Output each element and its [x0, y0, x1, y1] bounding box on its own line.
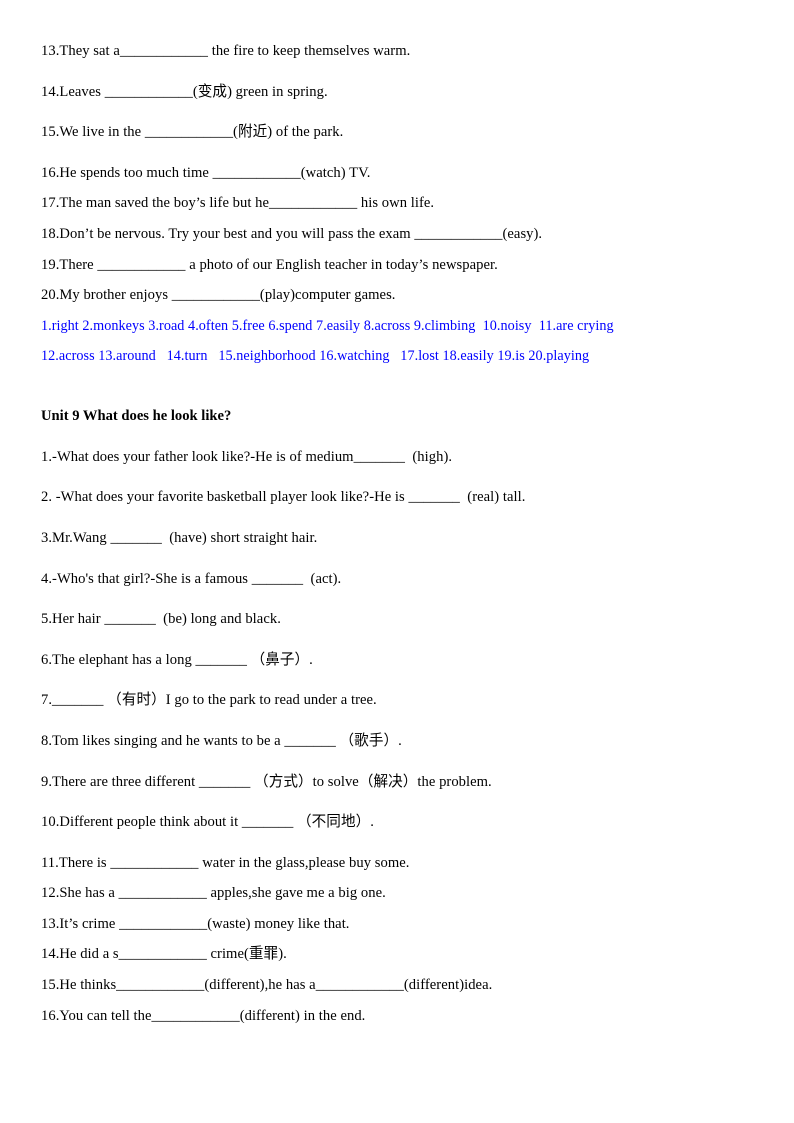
question-item: 6.The elephant has a long _______ （鼻子）. [41, 651, 313, 668]
answer-key-line: 1.right 2.monkeys 3.road 4.often 5.free … [41, 317, 614, 334]
question-item: 12.She has a ____________ apples,she gav… [41, 885, 386, 902]
question-item: 2. -What does your favorite basketball p… [41, 489, 526, 506]
answer-key: 1.right 2.monkeys 3.road 4.often 5.free … [41, 317, 754, 364]
section-two-questions: 1.-What does your father look like?-He i… [41, 450, 754, 1024]
question-item: 4.-Who's that girl?-She is a famous ____… [41, 570, 342, 587]
question-item: 15.He thinks____________(different),he h… [41, 977, 493, 994]
question-item: 7._______ （有时）I go to the park to read u… [41, 692, 377, 709]
question-item: 11.There is ____________ water in the gl… [41, 854, 410, 871]
question-item: 13.It’s crime ____________(waste) money … [41, 915, 350, 932]
section-one-questions: 13.They sat a____________ the fire to ke… [41, 44, 754, 303]
question-item: 14.He did a s____________ crime(重罪). [41, 946, 287, 963]
question-item: 16.He spends too much time ____________(… [41, 164, 371, 181]
question-item: 18.Don’t be nervous. Try your best and y… [41, 225, 543, 242]
question-item: 19.There ____________ a photo of our Eng… [41, 256, 498, 273]
question-item: 17.The man saved the boy’s life but he__… [41, 195, 435, 212]
question-item: 14.Leaves ____________(变成) green in spri… [41, 83, 328, 100]
heading-spacer [41, 424, 754, 450]
question-item: 15.We live in the ____________(附近) of th… [41, 124, 344, 141]
question-item: 1.-What does your father look like?-He i… [41, 448, 453, 465]
question-item: 10.Different people think about it _____… [41, 814, 374, 831]
unit-9-heading: Unit 9 What does he look like? [41, 408, 232, 425]
question-item: 8.Tom likes singing and he wants to be a… [41, 732, 402, 749]
question-item: 3.Mr.Wang _______ (have) short straight … [41, 529, 318, 546]
question-item: 20.My brother enjoys ____________(play)c… [41, 287, 396, 304]
worksheet-page: 13.They sat a____________ the fire to ke… [0, 0, 794, 1123]
answer-key-line: 12.across 13.around 14.turn 15.neighborh… [41, 347, 590, 364]
question-item: 9.There are three different _______ （方式）… [41, 773, 492, 790]
question-item: 13.They sat a____________ the fire to ke… [41, 43, 411, 59]
question-item: 5.Her hair _______ (be) long and black. [41, 611, 281, 628]
question-item: 16.You can tell the____________(differen… [41, 1007, 366, 1024]
